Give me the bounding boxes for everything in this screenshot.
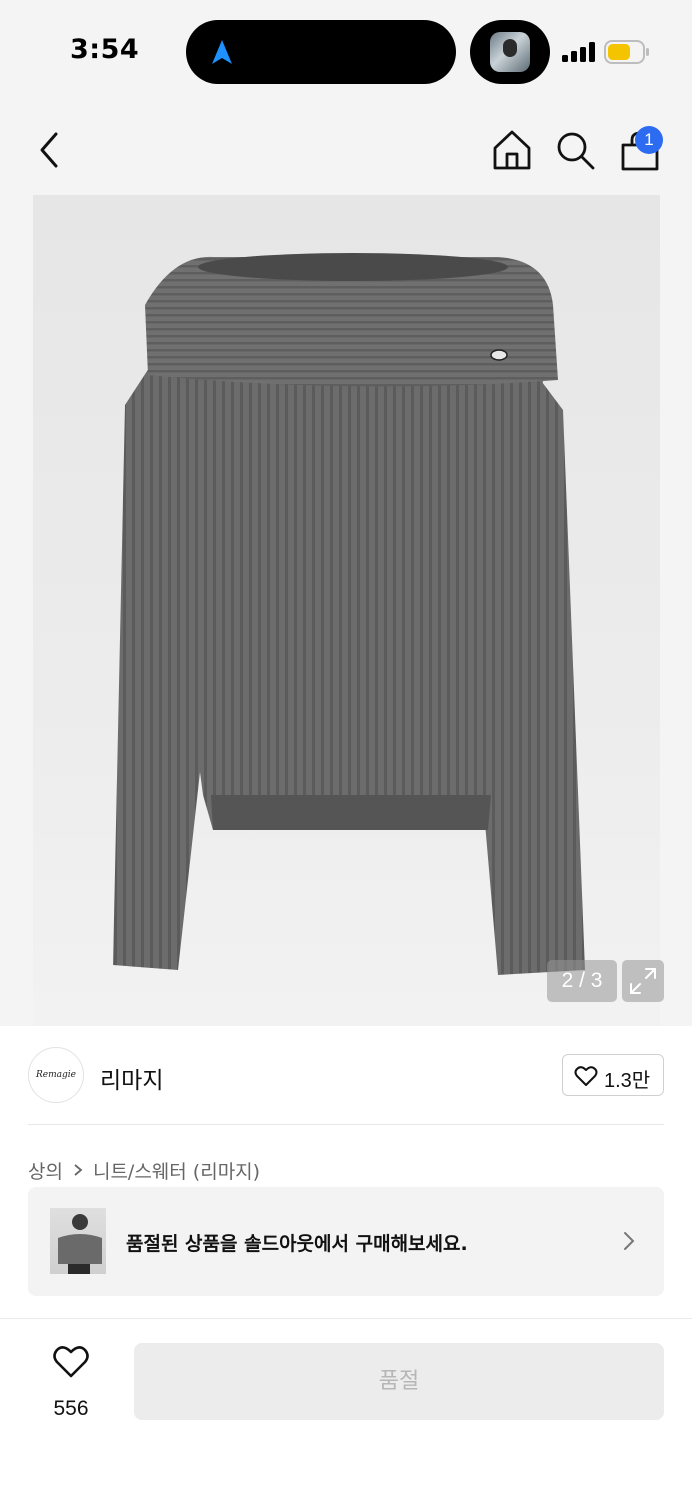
navigation-arrow-icon [212, 40, 232, 64]
breadcrumb-subcategory[interactable]: 니트/스웨터 (리마지) [93, 1157, 260, 1184]
dynamic-island[interactable] [186, 20, 456, 84]
battery-icon [604, 40, 649, 64]
breadcrumb: 상의 니트/스웨터 (리마지) [28, 1156, 260, 1184]
model-thumbnail-image [58, 1214, 102, 1274]
heart-outline-icon [574, 1066, 598, 1086]
sweater-product-photo [113, 253, 585, 975]
back-arrow-icon[interactable] [28, 128, 72, 172]
status-time: 3:54 [70, 34, 140, 65]
product-like-count: 556 [53, 1397, 89, 1420]
brand-like-count: 1.3만 [604, 1070, 651, 1092]
now-playing-pill[interactable] [470, 20, 550, 84]
home-icon[interactable] [490, 128, 534, 172]
chevron-right-icon [74, 1164, 83, 1176]
product-image-carousel[interactable]: 2 / 3 [0, 195, 692, 1026]
status-bar: 3:54 [0, 0, 692, 100]
section-divider [28, 1124, 664, 1125]
cart-count-badge: 1 [635, 126, 663, 154]
breadcrumb-category[interactable]: 상의 [28, 1157, 63, 1184]
image-page-indicator: 2 / 3 [547, 960, 617, 1002]
product-like-button[interactable]: 556 [40, 1345, 102, 1435]
banner-product-thumbnail [50, 1208, 106, 1274]
brand-row[interactable]: Remagie 리마지 1.3만 [0, 1026, 692, 1126]
app-header [0, 100, 692, 195]
brand-name[interactable]: 리마지 [100, 1061, 163, 1095]
soldout-banner[interactable]: 품절된 상품을 솔드아웃에서 구매해보세요. [28, 1187, 664, 1296]
signal-strength-icon [562, 42, 595, 62]
fullscreen-button[interactable] [622, 960, 664, 1002]
search-icon[interactable] [553, 128, 597, 172]
banner-message: 품절된 상품을 솔드아웃에서 구매해보세요. [126, 1233, 468, 1255]
soldout-purchase-button[interactable]: 품절 [134, 1343, 664, 1420]
brand-like-button[interactable]: 1.3만 [562, 1054, 664, 1096]
bottom-action-bar: 556 품절 [0, 1318, 692, 1500]
chevron-right-icon [624, 1232, 635, 1250]
product-image[interactable]: 2 / 3 [33, 195, 664, 1026]
brand-logo[interactable]: Remagie [28, 1047, 84, 1103]
album-art-thumbnail [490, 32, 530, 72]
expand-icon [630, 968, 656, 994]
heart-outline-icon [53, 1346, 89, 1378]
